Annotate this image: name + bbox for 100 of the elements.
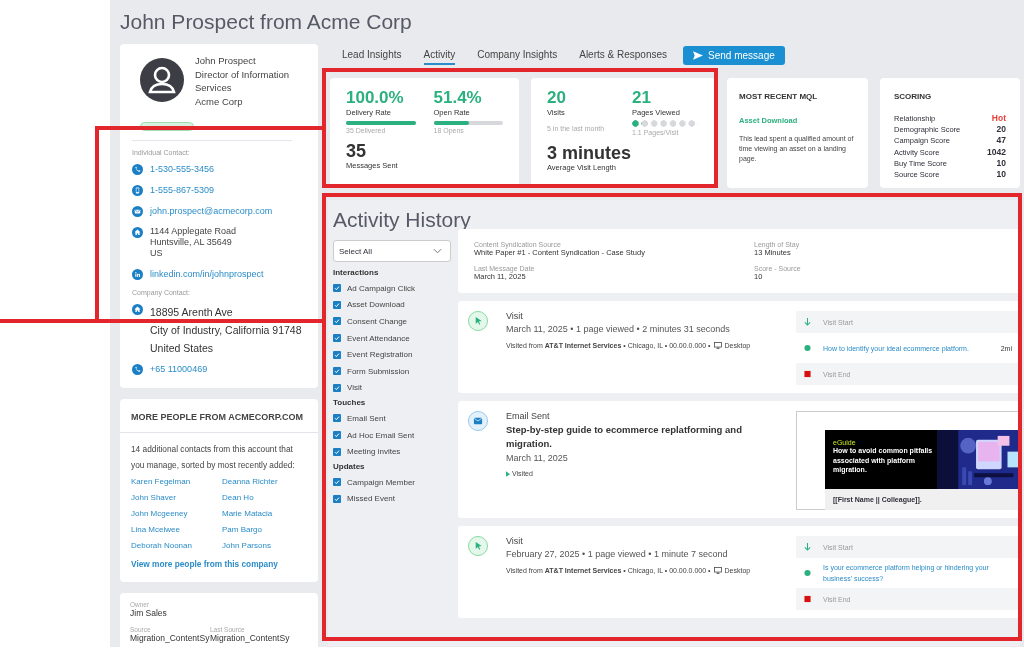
phone-icon xyxy=(132,364,143,375)
tab[interactable]: Activity xyxy=(423,45,456,65)
view-more-link[interactable]: View more people from this company xyxy=(131,559,278,569)
send-message-button[interactable]: Send message xyxy=(683,45,785,65)
person-link[interactable]: Karen Fegelman xyxy=(131,476,222,488)
score-value: 10 xyxy=(995,169,1006,181)
status-badge xyxy=(140,122,194,131)
metric-value: 3 minutes xyxy=(547,143,633,163)
down-arrow-icon xyxy=(804,318,811,326)
checkbox[interactable] xyxy=(333,317,341,326)
page-title: John Prospect from Acme Corp xyxy=(120,9,413,35)
address-text: 18895 Arenth Ave City of Industry, California 91748 United States xyxy=(150,305,302,356)
person-link[interactable]: Lina Mcelwee xyxy=(131,524,222,536)
checkbox-label: Consent Change xyxy=(347,317,408,326)
visit-summary: February 27, 2025 • 1 page viewed • 1 minute 7 second xyxy=(506,549,729,559)
metric-value: 35 xyxy=(346,141,368,161)
visit-summary: March 11, 2025 • 1 page viewed • 2 minutes 31 seconds xyxy=(506,324,731,334)
score-value: Hot xyxy=(990,113,1006,125)
down-arrow-icon xyxy=(804,543,811,551)
description-text: 14 additional contacts from this account that you manage, sorted by most recently added: xyxy=(131,443,296,472)
email-subject: Step-by-step guide to ecommerce replatforming and migration. xyxy=(506,423,743,450)
checkbox[interactable] xyxy=(333,300,341,309)
activity-type: Visit xyxy=(506,311,524,321)
activity-type: Visit xyxy=(506,536,524,546)
email-date: March 11, 2025 xyxy=(506,453,569,463)
checkbox-label: Ad Campaign Click xyxy=(347,283,416,293)
profile-link[interactable]: linkedin.com/in/johnprospect xyxy=(150,268,264,280)
home-icon xyxy=(132,227,143,238)
tab[interactable]: Alerts & Responses xyxy=(579,45,668,65)
person-link[interactable]: John Parsons xyxy=(222,540,307,552)
monitor-icon xyxy=(713,567,722,574)
checkbox[interactable] xyxy=(333,334,341,343)
envelope-icon xyxy=(468,411,488,431)
field-value: Jim Sales xyxy=(130,608,168,618)
metric-value: 100.0% xyxy=(346,88,405,108)
field-value: Migration_ContentSy xyxy=(210,633,291,643)
checkbox-label: Meeting invites xyxy=(347,447,401,457)
activity-type: Email Sent xyxy=(506,411,551,421)
card-title: MOST RECENT MQL xyxy=(739,92,819,101)
checkbox[interactable] xyxy=(333,284,341,293)
pointer-icon xyxy=(468,311,488,331)
phone-link[interactable]: +65 11000469 xyxy=(150,363,208,375)
address-text: 1144 Applegate Road Huntsville, AL 35649 US xyxy=(150,226,236,259)
phone-icon xyxy=(132,164,143,175)
section-title: Activity History xyxy=(333,207,472,233)
score-value: 10 xyxy=(995,157,1006,169)
checkbox-label: Form Submission xyxy=(347,366,410,376)
score-value: 47 xyxy=(995,135,1006,147)
checkbox-label: Missed Event xyxy=(347,494,396,504)
tab[interactable]: Company Insights xyxy=(477,45,558,65)
phone-link[interactable]: 1-555-867-5309 xyxy=(150,184,215,196)
job-title: Director of Information Services xyxy=(195,67,290,95)
person-link[interactable]: Deborah Noonan xyxy=(131,540,222,552)
monitor-icon xyxy=(713,342,722,349)
chevron-icon xyxy=(433,248,442,254)
field-value: Migration_ContentSy xyxy=(130,633,210,643)
envelope-icon xyxy=(132,206,143,217)
company-name: Acme Corp xyxy=(195,94,244,108)
checkbox[interactable] xyxy=(333,367,341,376)
send-icon xyxy=(693,50,704,60)
checkbox[interactable] xyxy=(333,350,341,359)
checkbox-label: Campaign Member xyxy=(347,477,416,487)
checkbox-label: Email Sent xyxy=(347,413,386,423)
group-title: Interactions xyxy=(333,268,380,277)
pointer-icon xyxy=(506,470,510,477)
metric-value: 20 xyxy=(547,88,567,108)
mobile-phone-icon xyxy=(132,185,143,196)
person-link[interactable]: Dean Ho xyxy=(222,492,307,504)
checkbox[interactable] xyxy=(333,478,341,487)
person-link[interactable]: Pam Bargo xyxy=(222,524,307,536)
checkbox[interactable] xyxy=(333,447,341,456)
email-link[interactable]: john.prospect@acmecorp.com xyxy=(150,205,273,217)
stop-icon xyxy=(804,595,811,603)
checkbox-label: Asset Download xyxy=(347,300,405,310)
pointer-icon xyxy=(468,536,488,556)
group-title: Updates xyxy=(333,461,366,471)
dot-icon xyxy=(804,569,811,577)
score-value: 1042 xyxy=(987,146,1006,158)
checkbox-label: Visit xyxy=(347,383,362,393)
score-value: 20 xyxy=(995,124,1006,136)
checkbox-label: Event Registration xyxy=(347,350,413,360)
person-link[interactable]: John Mcgeeney xyxy=(131,508,222,520)
checkbox[interactable] xyxy=(333,414,341,423)
checkbox-label: Event Attendance xyxy=(347,333,410,343)
card-title: MORE PEOPLE FROM ACMECORP.COM xyxy=(120,399,318,433)
filter-dropdown[interactable]: Select All xyxy=(333,240,451,262)
group-title: Touches xyxy=(333,398,367,408)
checkbox[interactable] xyxy=(333,494,341,503)
person-link[interactable]: Marie Matacia xyxy=(222,508,307,520)
person-link[interactable]: John Shaver xyxy=(131,492,222,504)
metric-value: 51.4% xyxy=(433,88,483,108)
checkbox[interactable] xyxy=(333,431,341,440)
person-link[interactable]: Deanna Richter xyxy=(222,476,307,488)
metric-value: 21 xyxy=(632,88,652,108)
phone-link[interactable]: 1-530-555-3456 xyxy=(150,163,215,175)
checkbox[interactable] xyxy=(333,383,341,392)
tab[interactable]: Lead Insights xyxy=(342,45,402,65)
stop-icon xyxy=(804,370,811,378)
checkbox-label: Ad Hoc Email Sent xyxy=(347,430,415,440)
avatar-icon xyxy=(140,58,184,102)
